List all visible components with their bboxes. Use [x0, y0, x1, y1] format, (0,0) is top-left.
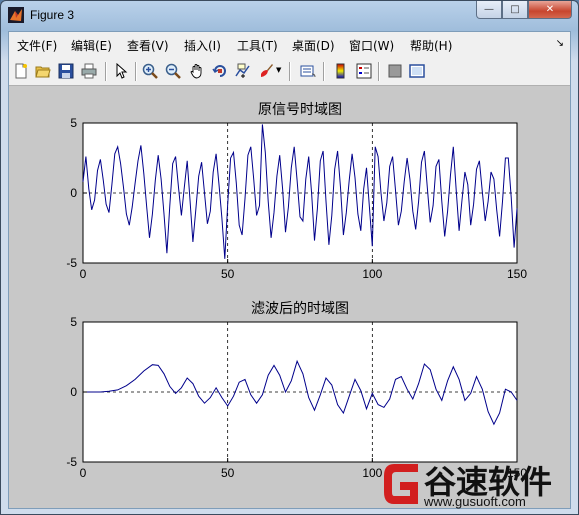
- matlab-logo-icon: [8, 7, 24, 23]
- menu-window[interactable]: 窗口(W): [349, 37, 394, 54]
- watermark-url: www.gusuoft.com: [424, 494, 526, 509]
- x-tick-label: 50: [221, 466, 235, 480]
- figure-window: Figure 3 — □ ✕ 文件(F) 编辑(E) 查看(V) 插入(I) 工…: [0, 0, 579, 515]
- y-tick-label: 0: [70, 186, 77, 200]
- y-tick-label: -5: [66, 256, 77, 270]
- menu-desktop[interactable]: 桌面(D): [292, 37, 335, 54]
- hide-plot-tools-icon[interactable]: [387, 63, 403, 79]
- watermark-logo-icon: [384, 464, 418, 504]
- y-tick-label: -5: [66, 455, 77, 469]
- title-bar[interactable]: Figure 3 — □ ✕: [1, 1, 578, 31]
- x-tick-label: 0: [80, 466, 87, 480]
- menu-view[interactable]: 查看(V): [127, 37, 169, 54]
- toolbar-separator: [135, 62, 137, 81]
- figure-client-area: 文件(F) 编辑(E) 查看(V) 插入(I) 工具(T) 桌面(D) 窗口(W…: [8, 31, 571, 509]
- print-icon[interactable]: [81, 63, 97, 79]
- brush-dropdown-icon[interactable]: ▼: [276, 66, 281, 74]
- brush-icon[interactable]: [258, 63, 274, 79]
- menu-file[interactable]: 文件(F): [17, 37, 57, 54]
- close-icon: ✕: [545, 4, 555, 15]
- minimize-button[interactable]: —: [476, 1, 502, 19]
- menu-edit[interactable]: 编辑(E): [71, 37, 112, 54]
- x-tick-label: 150: [507, 267, 527, 281]
- show-plot-tools-icon[interactable]: [409, 63, 425, 79]
- y-tick-label: 0: [70, 385, 77, 399]
- minimize-icon: —: [484, 4, 494, 15]
- plot-area: 0 50 100 150 -5 0 5 原信号时域图 0 50 100 150 -5 0 5 滤波后的时域图: [9, 86, 570, 508]
- zoom-out-icon[interactable]: [165, 63, 181, 79]
- save-icon[interactable]: [58, 63, 74, 79]
- rotate-3d-icon[interactable]: [212, 63, 228, 79]
- open-file-icon[interactable]: [35, 63, 51, 79]
- menu-bar: 文件(F) 编辑(E) 查看(V) 插入(I) 工具(T) 桌面(D) 窗口(W…: [9, 32, 570, 57]
- axes-title: 原信号时域图: [258, 102, 342, 118]
- plots-canvas: 0 50 100 150-505原信号时域图0 50 100 150-505滤波后的时域图: [66, 102, 527, 480]
- y-tick-label: 5: [70, 315, 77, 329]
- watermark: 谷速软件 www.gusuoft.com: [378, 454, 578, 514]
- link-plot-icon[interactable]: [300, 63, 316, 79]
- x-tick-label: 50: [221, 267, 235, 281]
- x-tick-label: 0: [80, 267, 87, 281]
- pan-hand-icon[interactable]: [189, 63, 205, 79]
- zoom-in-icon[interactable]: [142, 63, 158, 79]
- colorbar-icon[interactable]: [333, 63, 349, 79]
- new-figure-icon[interactable]: [13, 63, 29, 79]
- toolbar-separator: [378, 62, 380, 81]
- menu-overflow-arrow-icon[interactable]: ↘: [556, 38, 564, 49]
- window-title: Figure 3: [30, 8, 75, 22]
- x-tick-label: 100: [362, 267, 382, 281]
- y-tick-label: 5: [70, 116, 77, 130]
- data-cursor-icon[interactable]: [235, 63, 251, 79]
- axes-title: 滤波后的时域图: [251, 301, 349, 317]
- close-button[interactable]: ✕: [528, 1, 572, 19]
- maximize-icon: □: [510, 4, 520, 15]
- pointer-icon[interactable]: [113, 63, 129, 79]
- window-controls: — □ ✕: [476, 1, 572, 20]
- toolbar-separator: [105, 62, 107, 81]
- toolbar-separator: [289, 62, 291, 81]
- legend-icon[interactable]: [356, 63, 372, 79]
- menu-insert[interactable]: 插入(I): [184, 37, 221, 54]
- figure-toolbar: ▼: [9, 57, 570, 86]
- toolbar-separator: [323, 62, 325, 81]
- menu-help[interactable]: 帮助(H): [410, 37, 452, 54]
- menu-tools[interactable]: 工具(T): [237, 37, 278, 54]
- maximize-button[interactable]: □: [502, 1, 528, 19]
